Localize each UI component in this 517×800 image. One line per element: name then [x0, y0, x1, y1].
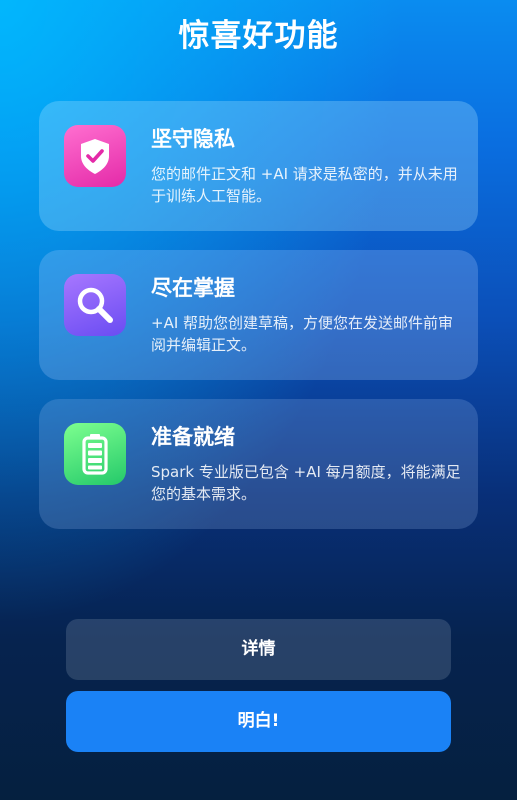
page-title: 惊喜好功能 — [178, 18, 339, 54]
feature-description: Spark 专业版已包含 +AI 每月额度，将能满足您的基本需求。 — [151, 463, 461, 503]
feature-card-control: 尽在掌握 +AI 帮助您创建草稿，方便您在发送邮件前审阅并编辑正文。 — [39, 250, 478, 380]
details-button[interactable]: 详情 — [66, 619, 451, 680]
battery-full-icon — [64, 423, 126, 485]
got-it-button[interactable]: 明白! — [66, 691, 451, 752]
shield-check-icon — [64, 125, 126, 187]
feature-title: 准备就绪 — [151, 425, 235, 449]
feature-title: 坚守隐私 — [151, 127, 235, 151]
feature-description: 您的邮件正文和 +AI 请求是私密的，并从未用于训练人工智能。 — [151, 165, 458, 205]
feature-description: +AI 帮助您创建草稿，方便您在发送邮件前审阅并编辑正文。 — [151, 314, 454, 354]
feature-card-privacy: 坚守隐私 您的邮件正文和 +AI 请求是私密的，并从未用于训练人工智能。 — [39, 101, 478, 231]
feature-card-ready: 准备就绪 Spark 专业版已包含 +AI 每月额度，将能满足您的基本需求。 — [39, 399, 478, 529]
magnifier-icon — [64, 274, 126, 336]
feature-title: 尽在掌握 — [151, 276, 235, 300]
